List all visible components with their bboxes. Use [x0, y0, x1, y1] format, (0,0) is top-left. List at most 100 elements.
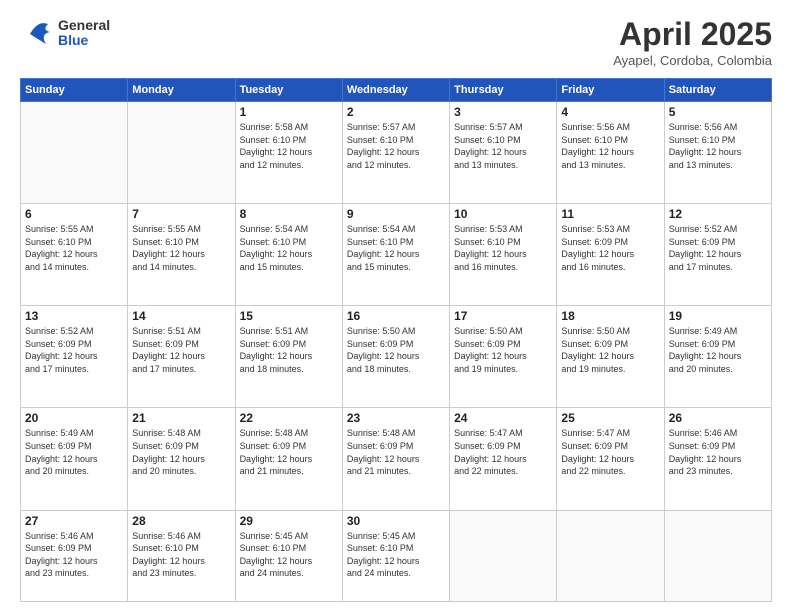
day-header: Sunday — [21, 79, 128, 102]
day-number: 2 — [347, 105, 445, 119]
day-info: Sunrise: 5:55 AM Sunset: 6:10 PM Dayligh… — [25, 223, 123, 273]
day-cell: 1 Sunrise: 5:58 AM Sunset: 6:10 PM Daylig… — [235, 102, 342, 204]
day-header: Tuesday — [235, 79, 342, 102]
day-cell — [21, 102, 128, 204]
header: GeneralBlue April 2025 Ayapel, Cordoba, … — [20, 16, 772, 68]
day-number: 1 — [240, 105, 338, 119]
day-cell: 15 Sunrise: 5:51 AM Sunset: 6:09 PM Dayli… — [235, 306, 342, 408]
day-header: Thursday — [450, 79, 557, 102]
day-number: 8 — [240, 207, 338, 221]
day-cell: 13 Sunrise: 5:52 AM Sunset: 6:09 PM Dayli… — [21, 306, 128, 408]
day-info: Sunrise: 5:52 AM Sunset: 6:09 PM Dayligh… — [25, 325, 123, 375]
day-cell: 2 Sunrise: 5:57 AM Sunset: 6:10 PM Daylig… — [342, 102, 449, 204]
day-info: Sunrise: 5:51 AM Sunset: 6:09 PM Dayligh… — [240, 325, 338, 375]
day-number: 5 — [669, 105, 767, 119]
day-info: Sunrise: 5:56 AM Sunset: 6:10 PM Dayligh… — [561, 121, 659, 171]
day-info: Sunrise: 5:46 AM Sunset: 6:09 PM Dayligh… — [669, 427, 767, 477]
day-info: Sunrise: 5:57 AM Sunset: 6:10 PM Dayligh… — [454, 121, 552, 171]
day-info: Sunrise: 5:53 AM Sunset: 6:09 PM Dayligh… — [561, 223, 659, 273]
day-cell: 23 Sunrise: 5:48 AM Sunset: 6:09 PM Dayli… — [342, 408, 449, 510]
day-cell: 25 Sunrise: 5:47 AM Sunset: 6:09 PM Dayli… — [557, 408, 664, 510]
day-number: 22 — [240, 411, 338, 425]
day-number: 26 — [669, 411, 767, 425]
day-number: 17 — [454, 309, 552, 323]
logo: GeneralBlue — [20, 16, 110, 52]
title-block: April 2025 Ayapel, Cordoba, Colombia — [613, 16, 772, 68]
day-header: Monday — [128, 79, 235, 102]
day-info: Sunrise: 5:49 AM Sunset: 6:09 PM Dayligh… — [25, 427, 123, 477]
day-info: Sunrise: 5:50 AM Sunset: 6:09 PM Dayligh… — [347, 325, 445, 375]
week-row: 6 Sunrise: 5:55 AM Sunset: 6:10 PM Daylig… — [21, 204, 772, 306]
day-number: 4 — [561, 105, 659, 119]
day-cell — [557, 510, 664, 601]
day-cell: 11 Sunrise: 5:53 AM Sunset: 6:09 PM Dayli… — [557, 204, 664, 306]
page: GeneralBlue April 2025 Ayapel, Cordoba, … — [0, 0, 792, 612]
day-cell: 20Sunrise: 5:49 AM Sunset: 6:09 PM Dayli… — [21, 408, 128, 510]
day-number: 15 — [240, 309, 338, 323]
day-number: 29 — [240, 514, 338, 528]
day-cell: 29 Sunrise: 5:45 AM Sunset: 6:10 PM Dayli… — [235, 510, 342, 601]
day-cell: 19 Sunrise: 5:49 AM Sunset: 6:09 PM Dayli… — [664, 306, 771, 408]
day-number: 11 — [561, 207, 659, 221]
day-number: 27 — [25, 514, 123, 528]
day-info: Sunrise: 5:47 AM Sunset: 6:09 PM Dayligh… — [454, 427, 552, 477]
day-info: Sunrise: 5:48 AM Sunset: 6:09 PM Dayligh… — [240, 427, 338, 477]
week-row: 13 Sunrise: 5:52 AM Sunset: 6:09 PM Dayli… — [21, 306, 772, 408]
day-number: 10 — [454, 207, 552, 221]
day-cell — [450, 510, 557, 601]
day-info: Sunrise: 5:57 AM Sunset: 6:10 PM Dayligh… — [347, 121, 445, 171]
day-number: 25 — [561, 411, 659, 425]
day-cell: 4 Sunrise: 5:56 AM Sunset: 6:10 PM Daylig… — [557, 102, 664, 204]
day-number: 28 — [132, 514, 230, 528]
day-header: Friday — [557, 79, 664, 102]
day-info: Sunrise: 5:45 AM Sunset: 6:10 PM Dayligh… — [240, 530, 338, 580]
week-row: 27 Sunrise: 5:46 AM Sunset: 6:09 PM Dayli… — [21, 510, 772, 601]
day-cell: 30Sunrise: 5:45 AM Sunset: 6:10 PM Dayli… — [342, 510, 449, 601]
day-cell: 5Sunrise: 5:56 AM Sunset: 6:10 PM Daylig… — [664, 102, 771, 204]
day-number: 16 — [347, 309, 445, 323]
day-number: 18 — [561, 309, 659, 323]
day-info: Sunrise: 5:48 AM Sunset: 6:09 PM Dayligh… — [132, 427, 230, 477]
day-cell: 10Sunrise: 5:53 AM Sunset: 6:10 PM Dayli… — [450, 204, 557, 306]
day-info: Sunrise: 5:47 AM Sunset: 6:09 PM Dayligh… — [561, 427, 659, 477]
day-number: 21 — [132, 411, 230, 425]
day-number: 14 — [132, 309, 230, 323]
day-cell: 6 Sunrise: 5:55 AM Sunset: 6:10 PM Daylig… — [21, 204, 128, 306]
day-number: 19 — [669, 309, 767, 323]
day-cell: 14 Sunrise: 5:51 AM Sunset: 6:09 PM Dayli… — [128, 306, 235, 408]
day-cell: 18 Sunrise: 5:50 AM Sunset: 6:09 PM Dayli… — [557, 306, 664, 408]
day-cell: 12Sunrise: 5:52 AM Sunset: 6:09 PM Dayli… — [664, 204, 771, 306]
location: Ayapel, Cordoba, Colombia — [613, 53, 772, 68]
day-info: Sunrise: 5:49 AM Sunset: 6:09 PM Dayligh… — [669, 325, 767, 375]
day-info: Sunrise: 5:54 AM Sunset: 6:10 PM Dayligh… — [240, 223, 338, 273]
day-cell: 28 Sunrise: 5:46 AM Sunset: 6:10 PM Dayli… — [128, 510, 235, 601]
day-cell: 17 Sunrise: 5:50 AM Sunset: 6:09 PM Dayli… — [450, 306, 557, 408]
day-info: Sunrise: 5:46 AM Sunset: 6:10 PM Dayligh… — [132, 530, 230, 580]
day-info: Sunrise: 5:54 AM Sunset: 6:10 PM Dayligh… — [347, 223, 445, 273]
day-info: Sunrise: 5:50 AM Sunset: 6:09 PM Dayligh… — [561, 325, 659, 375]
day-info: Sunrise: 5:50 AM Sunset: 6:09 PM Dayligh… — [454, 325, 552, 375]
day-cell: 27 Sunrise: 5:46 AM Sunset: 6:09 PM Dayli… — [21, 510, 128, 601]
day-info: Sunrise: 5:52 AM Sunset: 6:09 PM Dayligh… — [669, 223, 767, 273]
day-info: Sunrise: 5:46 AM Sunset: 6:09 PM Dayligh… — [25, 530, 123, 580]
day-cell: 9 Sunrise: 5:54 AM Sunset: 6:10 PM Daylig… — [342, 204, 449, 306]
day-header: Wednesday — [342, 79, 449, 102]
day-number: 30 — [347, 514, 445, 528]
week-row: 20Sunrise: 5:49 AM Sunset: 6:09 PM Dayli… — [21, 408, 772, 510]
day-info: Sunrise: 5:51 AM Sunset: 6:09 PM Dayligh… — [132, 325, 230, 375]
day-cell: 26 Sunrise: 5:46 AM Sunset: 6:09 PM Dayli… — [664, 408, 771, 510]
day-info: Sunrise: 5:55 AM Sunset: 6:10 PM Dayligh… — [132, 223, 230, 273]
day-cell: 21 Sunrise: 5:48 AM Sunset: 6:09 PM Dayli… — [128, 408, 235, 510]
day-cell — [128, 102, 235, 204]
day-number: 9 — [347, 207, 445, 221]
day-number: 23 — [347, 411, 445, 425]
day-cell: 16 Sunrise: 5:50 AM Sunset: 6:09 PM Dayli… — [342, 306, 449, 408]
day-cell: 7 Sunrise: 5:55 AM Sunset: 6:10 PM Daylig… — [128, 204, 235, 306]
calendar: SundayMondayTuesdayWednesdayThursdayFrid… — [20, 78, 772, 602]
day-number: 6 — [25, 207, 123, 221]
day-number: 7 — [132, 207, 230, 221]
day-info: Sunrise: 5:58 AM Sunset: 6:10 PM Dayligh… — [240, 121, 338, 171]
day-cell: 8 Sunrise: 5:54 AM Sunset: 6:10 PM Daylig… — [235, 204, 342, 306]
day-number: 13 — [25, 309, 123, 323]
day-info: Sunrise: 5:48 AM Sunset: 6:09 PM Dayligh… — [347, 427, 445, 477]
